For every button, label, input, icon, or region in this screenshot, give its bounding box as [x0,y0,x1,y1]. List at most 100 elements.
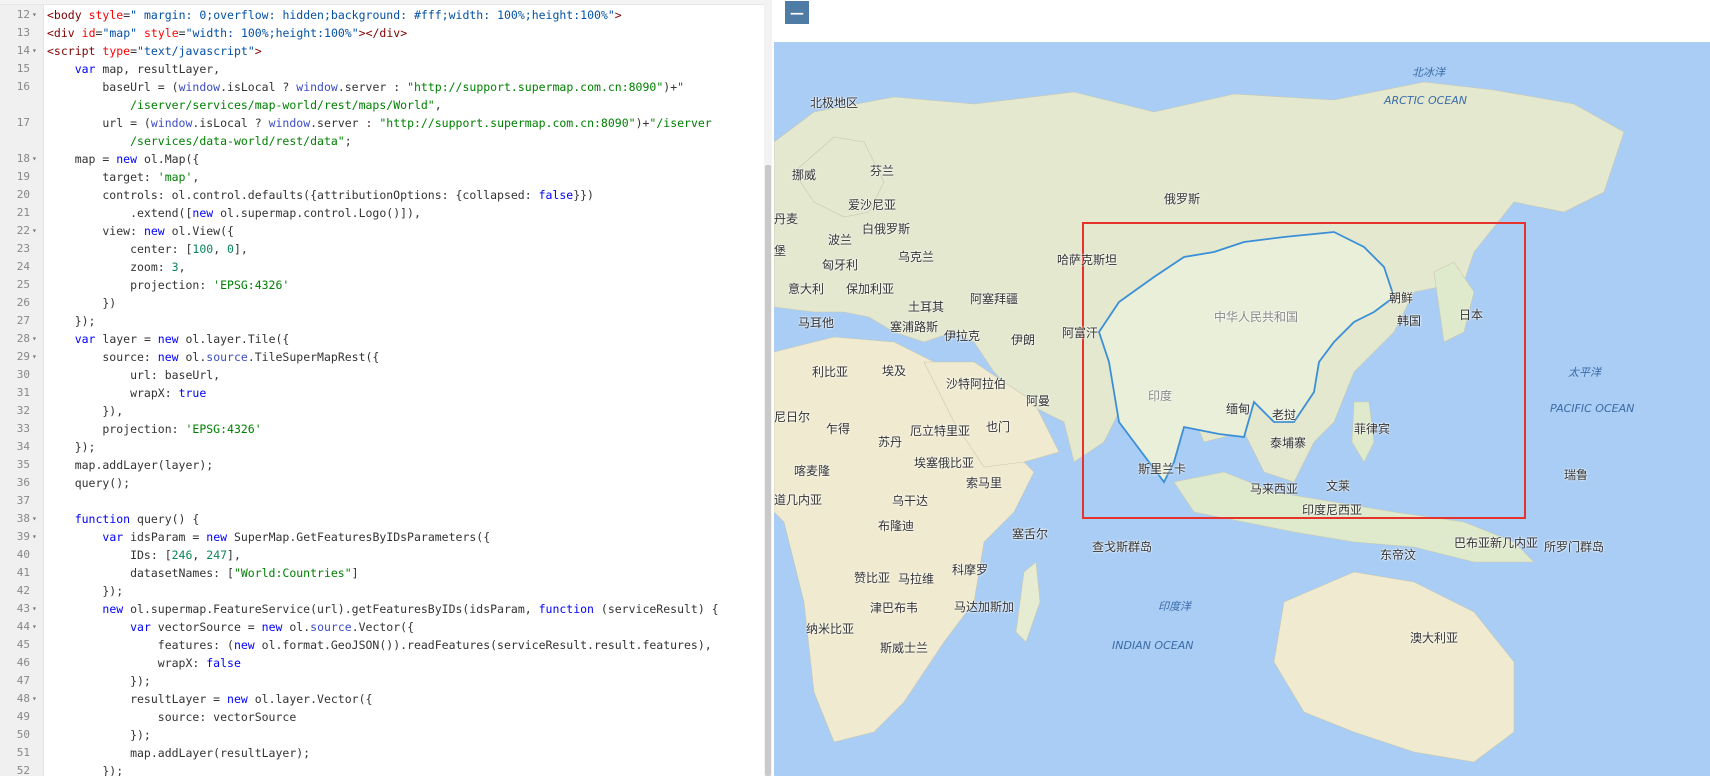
code-line[interactable]: 29 ▾ source: new ol.source.TileSuperMapRe… [0,348,760,366]
code-line[interactable]: 39 ▾ var idsParam = new SuperMap.GetFeatu… [0,528,760,546]
code-line[interactable]: 16 baseUrl = (window.isLocal ? window.se… [0,78,760,96]
code-line[interactable]: 36 query(); [0,474,760,492]
line-number: 39 [16,530,30,543]
code-text: url = (window.isLocal ? window.server : … [47,116,712,130]
map-label: 日本 [1459,308,1484,322]
code-text: controls: ol.control.defaults({attributi… [47,188,594,202]
code-text: }); [47,314,96,328]
code-text: center: [100, 0], [47,242,248,256]
code-line[interactable]: 50 }); [0,726,760,744]
code-line[interactable]: 47 }); [0,672,760,690]
code-text: /services/data-world/rest/data"; [130,134,352,148]
code-line[interactable]: 49 source: vectorSource [0,708,760,726]
code-text: projection: 'EPSG:4326' [47,422,262,436]
code-line[interactable]: 31 wrapX: true [0,384,760,402]
code-line[interactable]: 38 ▾ function query() { [0,510,760,528]
map-label: 索马里 [966,476,1003,490]
code-line[interactable]: 26 }) [0,294,760,312]
code-line[interactable]: 25 projection: 'EPSG:4326' [0,276,760,294]
map-label: 印度 [1148,389,1173,403]
map-canvas[interactable]: 北极地区 芬兰 挪威 丹麦 爱沙尼亚 俄罗斯 白俄罗斯 波兰堡匈牙利 乌克兰 哈萨克斯坦 意大利 保加… [774,42,1710,776]
code-line[interactable]: 17 url = (window.isLocal ? window.server… [0,114,760,132]
code-line[interactable]: 32 }), [0,402,760,420]
code-line[interactable]: 14 ▾ <script type="text/javascript"> [0,42,760,60]
code-line[interactable]: 19 target: 'map', [0,168,760,186]
code-line[interactable]: 30 url: baseUrl, [0,366,760,384]
code-line[interactable]: 23 center: [100, 0], [0,240,760,258]
code-line[interactable]: 21 .extend([new ol.supermap.control.Logo… [0,204,760,222]
map-label: 泰埔寨 [1270,436,1307,450]
code-line[interactable]: 52 }); [0,762,760,776]
code-text: source: vectorSource [47,710,297,724]
fold-toggle-icon[interactable]: ▾ [32,690,40,708]
fold-toggle-icon[interactable]: ▾ [32,510,40,528]
code-line[interactable]: /services/data-world/rest/data"; [0,132,760,150]
map-label: 土耳其 [908,300,945,314]
code-line[interactable]: 35 map.addLayer(layer); [0,456,760,474]
code-text: <body style=" margin: 0;overflow: hidden… [47,8,622,22]
code-line[interactable]: 44 ▾ var vectorSource = new ol.source.Vec… [0,618,760,636]
code-line[interactable]: 40 IDs: [246, 247], [0,546,760,564]
map-label: 东帝汶 [1380,548,1417,562]
map-label: 赞比亚 [854,571,891,585]
fold-toggle-icon[interactable]: ▾ [32,150,40,168]
code-text: IDs: [246, 247], [47,548,241,562]
fold-toggle-icon[interactable]: ▾ [32,222,40,240]
line-number: 28 [16,332,30,345]
code-line[interactable]: 37 [0,492,760,510]
fold-toggle-icon[interactable]: ▾ [32,348,40,366]
fold-toggle-icon[interactable]: ▾ [32,618,40,636]
fold-toggle-icon[interactable]: ▾ [32,42,40,60]
line-number: 44 [16,620,30,633]
code-text: zoom: 3, [47,260,186,274]
code-line[interactable]: 13 <div id="map" style="width: 100%;heigh… [0,24,760,42]
code-line[interactable]: 34 }); [0,438,760,456]
code-line[interactable]: 43 ▾ new ol.supermap.FeatureService(url).… [0,600,760,618]
map-label: 斯里兰卡 [1138,462,1187,476]
code-lines[interactable]: 12 ▾ <body style=" margin: 0;overflow: hid… [0,6,760,776]
code-line[interactable]: 20 controls: ol.control.defaults({attrib… [0,186,760,204]
code-line[interactable]: 51 map.addLayer(resultLayer); [0,744,760,762]
fold-toggle-icon[interactable]: ▾ [32,330,40,348]
fold-toggle-icon[interactable]: ▾ [32,6,40,24]
code-line[interactable]: 27 }); [0,312,760,330]
code-line[interactable]: 45 features: (new ol.format.GeoJSON()).r… [0,636,760,654]
map-label: 阿曼 [1026,394,1051,408]
fold-toggle-icon[interactable]: ▾ [32,600,40,618]
code-text: features: (new ol.format.GeoJSON()).read… [47,638,712,652]
code-line[interactable]: /iserver/services/map-world/rest/maps/Wo… [0,96,760,114]
zoom-out-button[interactable]: − [785,1,809,24]
code-line[interactable]: 22 ▾ view: new ol.View({ [0,222,760,240]
code-text: <script type="text/javascript"> [47,44,262,58]
editor-scrollbar[interactable] [764,0,772,776]
code-line[interactable]: 41 datasetNames: ["World:Countries"] [0,564,760,582]
code-line[interactable]: 15 var map, resultLayer, [0,60,760,78]
map-label: 俄罗斯 [1164,192,1201,206]
editor-scrollbar-thumb[interactable] [765,165,771,776]
map-label: 利比亚 [812,365,849,379]
code-line[interactable]: 33 projection: 'EPSG:4326' [0,420,760,438]
code-line[interactable]: 12 ▾ <body style=" margin: 0;overflow: hid… [0,6,760,24]
code-line[interactable]: 24 zoom: 3, [0,258,760,276]
map-view[interactable]: − 北极地区 芬兰 挪威 丹麦 爱沙尼亚 俄罗斯 白俄罗斯 波兰堡匈牙利 乌克兰 哈萨克斯 [774,0,1710,776]
code-line[interactable]: 42 }); [0,582,760,600]
code-line[interactable]: 46 wrapX: false [0,654,760,672]
line-number: 12 [16,8,30,21]
map-label: 白俄罗斯 [862,222,911,236]
code-editor[interactable]: 12 ▾ <body style=" margin: 0;overflow: hid… [0,0,772,776]
line-number: 45 [16,638,30,651]
map-label: 乌干达 [892,494,929,508]
fold-toggle-icon[interactable]: ▾ [32,528,40,546]
code-text: map.addLayer(resultLayer); [47,746,311,760]
map-label: 乍得 [826,422,851,436]
ocean-label: ARCTIC OCEAN [1384,94,1468,107]
code-text: }); [47,584,124,598]
code-line[interactable]: 48 ▾ resultLayer = new ol.layer.Vector({ [0,690,760,708]
line-number: 14 [16,44,30,57]
map-label: 朝鲜 [1389,291,1414,305]
code-line[interactable]: 18 ▾ map = new ol.Map({ [0,150,760,168]
code-text: datasetNames: ["World:Countries"] [47,566,359,580]
map-label: 北极地区 [810,96,859,110]
map-label: 爱沙尼亚 [848,198,897,212]
code-line[interactable]: 28 ▾ var layer = new ol.layer.Tile({ [0,330,760,348]
